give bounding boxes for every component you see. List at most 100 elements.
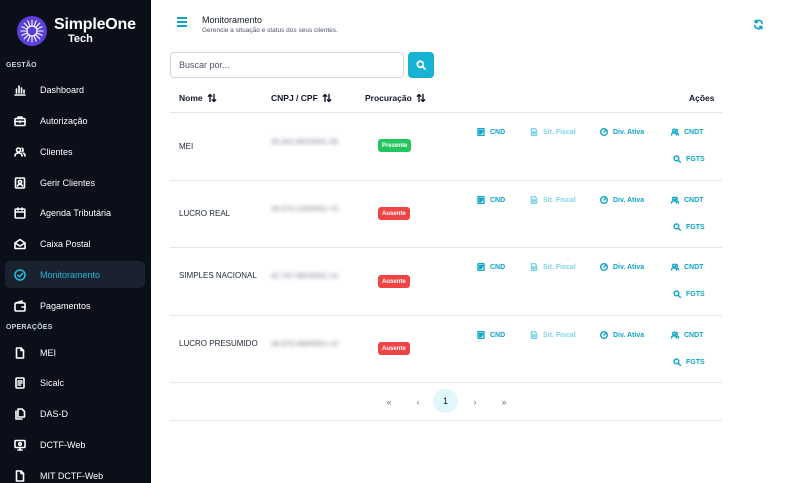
row-divider bbox=[170, 180, 722, 181]
cell-cnpj: 49.876.066/0001-10 bbox=[271, 339, 339, 348]
sidebar-item-label: DCTF-Web bbox=[40, 439, 86, 450]
brand-logo[interactable]: SimpleOne Tech bbox=[16, 14, 136, 48]
refresh-icon[interactable] bbox=[753, 17, 765, 30]
row-divider bbox=[170, 247, 722, 248]
row-divider bbox=[170, 315, 722, 316]
brand-sub: Tech bbox=[68, 33, 93, 45]
files-icon bbox=[13, 407, 26, 420]
pagination-last-button[interactable]: » bbox=[496, 390, 512, 414]
sidebar-item-label: Monitoramento bbox=[40, 269, 101, 280]
sidebar-item-sicalc[interactable]: Sicalc bbox=[5, 369, 145, 396]
cnd-button[interactable]: CND bbox=[477, 330, 505, 340]
sidebar-item-label: DAS-D bbox=[40, 408, 69, 419]
sidebar-item-label: Clientes bbox=[40, 146, 73, 157]
div-ativa-button[interactable]: Div. Ativa bbox=[600, 128, 644, 137]
status-badge: Ausente bbox=[378, 275, 410, 288]
search-icon bbox=[673, 290, 682, 299]
sidebar-item-agenda-tributaria[interactable]: Agenda Tributária bbox=[5, 199, 145, 226]
status-badge: Presente bbox=[378, 139, 412, 152]
file-icon bbox=[530, 262, 539, 272]
pagination-prev-button[interactable]: ‹ bbox=[410, 390, 426, 414]
sidebar-item-caixa-postal[interactable]: Caixa Postal bbox=[5, 230, 145, 257]
sidebar-item-label: MEI bbox=[40, 347, 57, 358]
sidebar-item-dctf-web[interactable]: DCTF-Web bbox=[5, 431, 145, 458]
status-badge: Ausente bbox=[378, 207, 410, 220]
users-icon bbox=[670, 196, 680, 205]
cndt-button[interactable]: CNDT bbox=[670, 263, 703, 272]
page-subtitle: Gerencie a situação e status dos seus cl… bbox=[202, 27, 338, 34]
briefcase-icon bbox=[13, 114, 26, 127]
sort-icon bbox=[207, 93, 217, 103]
fgts-button[interactable]: FGTS bbox=[673, 290, 705, 299]
page-title: Monitoramento bbox=[202, 15, 263, 25]
sidebar-item-label: Dashboard bbox=[40, 84, 85, 95]
search-input[interactable] bbox=[170, 52, 404, 78]
sit-fiscal-button[interactable]: Sit. Fiscal bbox=[530, 330, 576, 340]
sidebar-item-label: MIT DCTF-Web bbox=[40, 470, 104, 481]
sidebar-item-label: Pagamentos bbox=[40, 300, 91, 311]
search-button[interactable] bbox=[408, 52, 434, 78]
div-ativa-button[interactable]: Div. Ativa bbox=[600, 196, 644, 205]
fgts-button[interactable]: FGTS bbox=[673, 358, 705, 367]
cndt-button[interactable]: CNDT bbox=[670, 196, 703, 205]
search-icon bbox=[416, 60, 426, 70]
logo-mark-icon bbox=[17, 16, 47, 46]
contact-icon bbox=[13, 176, 26, 189]
search-icon bbox=[673, 155, 682, 164]
document-icon bbox=[477, 195, 486, 205]
sidebar-item-label: Autorização bbox=[40, 115, 88, 126]
file-icon bbox=[530, 195, 539, 205]
sidebar-item-monitoramento[interactable]: Monitoramento bbox=[5, 261, 145, 288]
sidebar-item-dashboard[interactable]: Dashboard bbox=[5, 76, 145, 103]
sidebar-item-pagamentos[interactable]: Pagamentos bbox=[5, 292, 145, 319]
sidebar-item-das-d[interactable]: DAS-D bbox=[5, 400, 145, 427]
status-badge: Ausente bbox=[378, 342, 410, 355]
users-icon bbox=[670, 128, 680, 137]
sidebar-item-clientes[interactable]: Clientes bbox=[5, 138, 145, 165]
div-ativa-button[interactable]: Div. Ativa bbox=[600, 263, 644, 272]
fgts-button[interactable]: FGTS bbox=[673, 223, 705, 232]
menu-toggle-icon[interactable] bbox=[177, 17, 189, 29]
sit-fiscal-button[interactable]: Sit. Fiscal bbox=[530, 127, 576, 137]
cell-nome: LUCRO REAL bbox=[179, 209, 231, 218]
sidebar-item-label: Sicalc bbox=[40, 377, 65, 388]
gauge-icon bbox=[600, 196, 609, 205]
sidebar-item-gerir-clientes[interactable]: Gerir Clientes bbox=[5, 169, 145, 196]
cndt-button[interactable]: CNDT bbox=[670, 331, 703, 340]
users-icon bbox=[670, 331, 680, 340]
row-divider bbox=[170, 112, 722, 113]
column-header-cnpj[interactable]: CNPJ / CPF bbox=[271, 93, 332, 103]
users-icon bbox=[670, 263, 680, 272]
cnd-button[interactable]: CND bbox=[477, 195, 505, 205]
cell-nome: SIMPLES NACIONAL bbox=[179, 271, 257, 280]
row-divider bbox=[170, 382, 722, 383]
search-icon bbox=[673, 223, 682, 232]
sidebar-item-mei[interactable]: MEI bbox=[5, 339, 145, 366]
pagination-first-button[interactable]: « bbox=[381, 390, 397, 414]
gauge-icon bbox=[600, 128, 609, 137]
cnd-button[interactable]: CND bbox=[477, 127, 505, 137]
file-icon bbox=[13, 469, 26, 482]
document-icon bbox=[477, 330, 486, 340]
document-icon bbox=[477, 262, 486, 272]
column-header-nome[interactable]: Nome bbox=[179, 93, 217, 103]
gauge-icon bbox=[600, 263, 609, 272]
sit-fiscal-button[interactable]: Sit. Fiscal bbox=[530, 262, 576, 272]
div-ativa-button[interactable]: Div. Ativa bbox=[600, 331, 644, 340]
cell-cnpj: 34.974.216/0001-70 bbox=[271, 204, 339, 213]
cndt-button[interactable]: CNDT bbox=[670, 128, 703, 137]
pagination-next-button[interactable]: › bbox=[467, 390, 483, 414]
pagination-page-1[interactable]: 1 bbox=[433, 389, 458, 413]
sit-fiscal-button[interactable]: Sit. Fiscal bbox=[530, 195, 576, 205]
sidebar-item-mit-dctf-web[interactable]: MIT DCTF-Web bbox=[5, 462, 145, 483]
fgts-button[interactable]: FGTS bbox=[673, 155, 705, 164]
sidebar-item-autorizacao[interactable]: Autorização bbox=[5, 107, 145, 134]
column-header-procuracao[interactable]: Procuração bbox=[365, 93, 426, 103]
cell-nome: LUCRO PRESUMIDO bbox=[179, 339, 258, 348]
sidebar-item-label: Gerir Clientes bbox=[40, 177, 96, 188]
sidebar: SimpleOne Tech GESTÃO Dashboard Autoriza… bbox=[0, 0, 151, 483]
mail-icon bbox=[13, 237, 26, 250]
cnd-button[interactable]: CND bbox=[477, 262, 505, 272]
document-icon bbox=[477, 127, 486, 137]
sidebar-item-label: Caixa Postal bbox=[40, 238, 91, 249]
